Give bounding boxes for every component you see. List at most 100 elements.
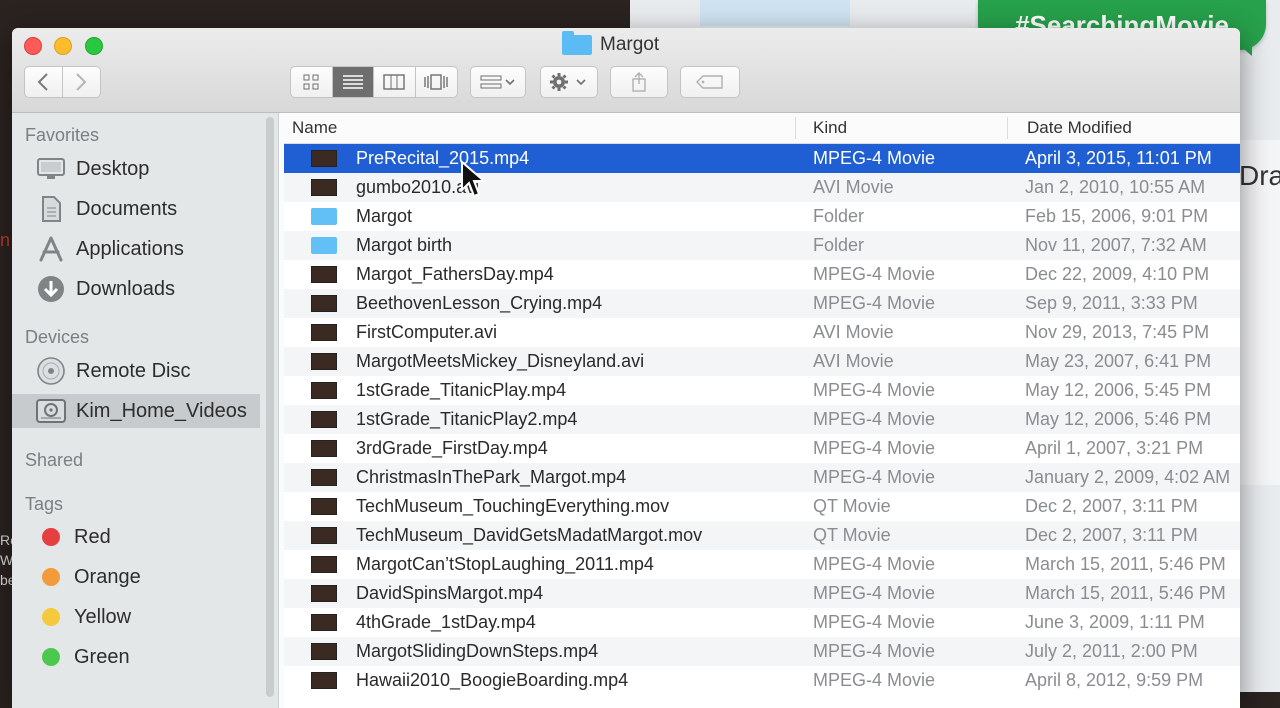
- forward-button[interactable]: [63, 67, 101, 97]
- file-date-modified: April 1, 2007, 3:21 PM: [1025, 438, 1204, 458]
- column-header-bar: Name Kind Date Modified: [284, 113, 1240, 144]
- file-name: FirstComputer.avi: [356, 322, 498, 342]
- table-row[interactable]: 4thGrade_1stDay.mp4 MPEG-4 Movie June 3, 2…: [284, 608, 1240, 637]
- sidebar-item-downloads[interactable]: Downloads: [12, 272, 260, 306]
- sidebar-item-label: Yellow: [74, 605, 132, 628]
- file-kind: MPEG-4 Movie: [813, 293, 936, 313]
- file-date-modified: May 23, 2007, 6:41 PM: [1025, 351, 1212, 371]
- file-name: Margot_FathersDay.mp4: [356, 264, 554, 284]
- file-name: ChristmasInThePark_Margot.mp4: [356, 467, 627, 487]
- table-row[interactable]: 1stGrade_TitanicPlay.mp4 MPEG-4 Movie May …: [284, 376, 1240, 405]
- sidebar-item-applications[interactable]: Applications: [12, 232, 260, 266]
- table-row[interactable]: Margot birth Folder Nov 11, 2007, 7:32 AM: [284, 231, 1240, 260]
- table-row[interactable]: MargotMeetsMickey_Disneyland.avi AVI Movi…: [284, 347, 1240, 376]
- sidebar-header-favorites: Favorites: [25, 125, 100, 145]
- file-name: TechMuseum_TouchingEverything.mov: [356, 496, 670, 516]
- column-header-name[interactable]: Name: [292, 118, 337, 138]
- green-tag-dot-icon: [42, 648, 60, 666]
- file-date-modified: Sep 9, 2011, 3:33 PM: [1025, 293, 1198, 313]
- action-button[interactable]: [540, 66, 598, 98]
- file-list: Name Kind Date Modified PreRecital_2015.…: [284, 113, 1240, 708]
- video-thumbnail-icon: [311, 266, 337, 283]
- close-button[interactable]: [24, 37, 42, 55]
- file-date-modified: Feb 15, 2006, 9:01 PM: [1025, 206, 1209, 226]
- table-row[interactable]: DavidSpinsMargot.mp4 MPEG-4 Movie March 15…: [284, 579, 1240, 608]
- applications-icon: [36, 235, 66, 263]
- file-kind: MPEG-4 Movie: [813, 148, 936, 168]
- file-kind: Folder: [813, 206, 865, 226]
- sidebar-tag-red[interactable]: Red: [12, 520, 260, 554]
- list-view-button[interactable]: [332, 67, 374, 97]
- table-row[interactable]: TechMuseum_DavidGetsMadatMargot.mov QT Mo…: [284, 521, 1240, 550]
- sidebar-header-shared: Shared: [25, 450, 84, 470]
- file-name: 1stGrade_TitanicPlay.mp4: [356, 380, 567, 400]
- file-date-modified: Dec 2, 2007, 3:11 PM: [1025, 496, 1198, 516]
- tag-icon: [696, 75, 723, 89]
- file-name: MargotSlidingDownSteps.mp4: [356, 641, 599, 661]
- share-button[interactable]: [610, 66, 668, 98]
- table-row[interactable]: FirstComputer.avi AVI Movie Nov 29, 2013, …: [284, 318, 1240, 347]
- sidebar-item-documents[interactable]: Documents: [12, 192, 260, 226]
- file-name: Margot: [356, 206, 413, 226]
- column-header-date[interactable]: Date Modified: [1027, 118, 1132, 138]
- table-row[interactable]: 1stGrade_TitanicPlay2.mp4 MPEG-4 Movie May…: [284, 405, 1240, 434]
- sidebar-scrollbar[interactable]: [266, 117, 274, 697]
- file-date-modified: May 12, 2006, 5:45 PM: [1025, 380, 1212, 400]
- file-date-modified: Dec 22, 2009, 4:10 PM: [1025, 264, 1210, 284]
- table-row[interactable]: BeethovenLesson_Crying.mp4 MPEG-4 Movie Se…: [284, 289, 1240, 318]
- disc-icon: [36, 357, 66, 385]
- file-name: PreRecital_2015.mp4: [356, 148, 530, 168]
- file-date-modified: March 15, 2011, 5:46 PM: [1025, 554, 1226, 574]
- table-row[interactable]: 3rdGrade_FirstDay.mp4 MPEG-4 Movie April 1…: [284, 434, 1240, 463]
- video-thumbnail-icon: [311, 382, 337, 399]
- table-row[interactable]: MargotCan’tStopLaughing_2011.mp4 MPEG-4 M…: [284, 550, 1240, 579]
- file-date-modified: April 3, 2015, 11:01 PM: [1025, 148, 1212, 168]
- tag-button[interactable]: [680, 66, 740, 98]
- sidebar-tag-yellow[interactable]: Yellow: [12, 600, 260, 634]
- table-row[interactable]: Margot_FathersDay.mp4 MPEG-4 Movie Dec 22,…: [284, 260, 1240, 289]
- column-view-button[interactable]: [374, 67, 416, 97]
- column-header-kind[interactable]: Kind: [813, 118, 847, 138]
- folder-icon: [562, 31, 592, 55]
- table-row[interactable]: PreRecital_2015.mp4 MPEG-4 Movie April 3, …: [284, 144, 1240, 173]
- sidebar-item-remote-disc[interactable]: Remote Disc: [12, 354, 260, 388]
- table-row[interactable]: MargotSlidingDownSteps.mp4 MPEG-4 Movie Ju…: [284, 637, 1240, 666]
- file-date-modified: Nov 11, 2007, 7:32 AM: [1025, 235, 1207, 255]
- mouse-pointer-icon: [461, 160, 487, 198]
- sidebar-tag-green[interactable]: Green: [12, 640, 260, 674]
- coverflow-icon: [424, 74, 448, 90]
- sidebar-item-desktop[interactable]: Desktop: [12, 152, 260, 186]
- file-kind: MPEG-4 Movie: [813, 583, 936, 603]
- column-divider[interactable]: [1007, 117, 1008, 139]
- back-button[interactable]: [25, 67, 63, 97]
- sidebar-tag-orange[interactable]: Orange: [12, 560, 260, 594]
- video-thumbnail-icon: [311, 498, 337, 515]
- file-date-modified: July 2, 2011, 2:00 PM: [1025, 641, 1198, 661]
- columns-icon: [383, 74, 405, 90]
- list-icon: [342, 75, 363, 89]
- file-name: DavidSpinsMargot.mp4: [356, 583, 544, 603]
- orange-tag-dot-icon: [42, 568, 60, 586]
- file-kind: AVI Movie: [813, 351, 894, 371]
- hashtag-badge-tail: [1238, 44, 1252, 56]
- table-row[interactable]: TechMuseum_TouchingEverything.mov QT Movi…: [284, 492, 1240, 521]
- column-divider[interactable]: [795, 117, 796, 139]
- coverflow-view-button[interactable]: [416, 67, 457, 97]
- minimize-button[interactable]: [54, 37, 72, 55]
- file-kind: AVI Movie: [813, 322, 894, 342]
- folder-icon: [311, 237, 337, 254]
- zoom-button[interactable]: [85, 37, 103, 55]
- file-date-modified: Nov 29, 2013, 7:45 PM: [1025, 322, 1210, 342]
- table-row[interactable]: gumbo2010.avi AVI Movie Jan 2, 2010, 10:55…: [284, 173, 1240, 202]
- table-row[interactable]: ChristmasInThePark_Margot.mp4 MPEG-4 Movi…: [284, 463, 1240, 492]
- table-row[interactable]: Margot Folder Feb 15, 2006, 9:01 PM: [284, 202, 1240, 231]
- arrange-button[interactable]: [470, 66, 526, 98]
- red-tag-dot-icon: [42, 528, 60, 546]
- icon-view-button[interactable]: [291, 67, 333, 97]
- window-title-text: Margot: [600, 34, 660, 55]
- view-mode-control: [290, 66, 458, 98]
- desktop-icon: [36, 155, 66, 183]
- sidebar-item-kim-home-videos[interactable]: Kim_Home_Videos: [12, 394, 260, 428]
- file-date-modified: Jan 2, 2010, 10:55 AM: [1025, 177, 1206, 197]
- table-row[interactable]: Hawaii2010_BoogieBoarding.mp4 MPEG-4 Movi…: [284, 666, 1240, 695]
